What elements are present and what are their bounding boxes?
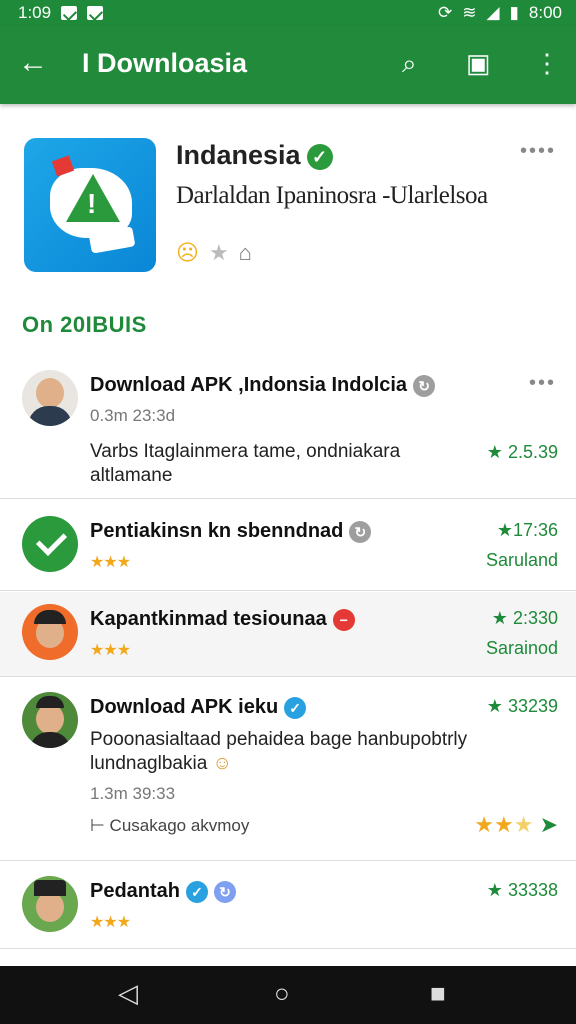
battery-icon: ▮ — [509, 3, 519, 22]
star-icon: ★ — [496, 520, 513, 540]
verified-icon: ✓ — [306, 143, 333, 170]
verified-icon: ✓ — [186, 880, 209, 903]
signal-icon: ◢ — [486, 3, 500, 22]
star-icon: ★ — [486, 442, 503, 462]
item-body: Varbs Itaglainmera tame, ondniakara altl… — [90, 441, 401, 486]
section-header: On 20IBUIS — [22, 312, 147, 337]
app-title-text: Indanesia — [176, 140, 301, 170]
divider — [0, 590, 576, 591]
status-bar: 1:09 ⟳ ≋ ◢ ▮ 8:00 — [0, 0, 576, 26]
star-rating: ★★★ ➤ — [474, 812, 558, 837]
star-icon: ★ — [486, 880, 503, 900]
refresh-icon: ↻ — [349, 520, 372, 543]
star-icon: ★ — [486, 696, 503, 716]
status-time: 1:09 — [18, 3, 52, 22]
divider — [0, 860, 576, 861]
app-title: Indanesia ✓ — [176, 140, 333, 171]
verified-icon: ✓ — [284, 696, 307, 719]
item-meta: 1.3m 39:33 — [90, 784, 176, 803]
app-subtitle: Darlaldan Ipaninosra -Ularlelsoa — [176, 182, 488, 209]
star-icon: ★ — [491, 608, 508, 628]
more-horiz-icon[interactable]: ••• — [529, 372, 556, 395]
hero-actions: ☹ ★ ⌂ — [176, 240, 252, 266]
nav-back-icon[interactable]: ◁ — [118, 980, 138, 1006]
item-title[interactable]: Download APK ieku ✓ — [90, 696, 307, 719]
share-icon[interactable]: ➤ — [540, 812, 558, 837]
more-vert-icon[interactable]: ⋮ — [534, 48, 560, 78]
item-rating: ★17:36 — [496, 520, 558, 540]
emoji-face-icon[interactable]: ☹ — [176, 240, 199, 266]
item-status: Sarainod — [485, 638, 558, 658]
item-rating: ★ 2:330 — [491, 608, 558, 628]
item-status: Saruland — [485, 550, 558, 570]
refresh-icon: ↻ — [214, 880, 237, 903]
refresh-icon: ↻ — [413, 374, 436, 397]
item-rating: ★ 2.5.39 — [486, 442, 558, 462]
check-notification-icon — [87, 6, 104, 20]
mail-notification-icon — [61, 6, 78, 20]
app-icon[interactable]: ! — [24, 138, 156, 272]
page-title: I Downloasia — [82, 48, 248, 78]
item-title[interactable]: Pedantah ✓ ↻ — [90, 880, 237, 903]
star-rating: ★★★ — [90, 554, 131, 571]
nav-recents-icon[interactable]: ■ — [430, 980, 446, 1006]
item-meta: 0.3m 23:3d — [90, 406, 176, 425]
checkmark-avatar-icon[interactable] — [22, 516, 78, 572]
avatar[interactable] — [22, 692, 78, 748]
star-rating: ★★★ — [90, 642, 131, 659]
nav-home-icon[interactable]: ○ — [274, 980, 290, 1006]
divider — [0, 948, 576, 949]
item-body: Pooonasialtaad pehaidea bage hanbupobtrl… — [90, 729, 468, 774]
item-title[interactable]: Kapantkinmad tesiounaa − — [90, 608, 355, 631]
app-bar: ← I Downloasia ⌕ ▣ ⋮ — [0, 26, 576, 104]
divider — [0, 676, 576, 677]
avatar[interactable] — [22, 370, 78, 426]
avatar[interactable] — [22, 604, 78, 660]
item-title[interactable]: Download APK ,Indonsia Indolcia ↻ — [90, 374, 436, 397]
more-horiz-icon[interactable]: •••• — [520, 140, 556, 163]
search-icon[interactable]: ⌕ — [402, 48, 417, 78]
comment-row[interactable]: ⊢ Cusakago akvmoy — [90, 816, 249, 836]
emoji-icon: ☺ — [212, 753, 232, 774]
back-arrow-icon[interactable]: ← — [18, 48, 48, 78]
item-rating: ★ 33239 — [486, 696, 558, 716]
divider — [0, 498, 576, 499]
star-rating: ★★★ — [90, 914, 131, 931]
share-home-icon[interactable]: ⌂ — [239, 240, 252, 266]
wifi-icon: ≋ — [462, 3, 477, 22]
data-icon: ⟳ — [437, 3, 453, 22]
item-title[interactable]: Pentiakinsn kn sbenndnad ↻ — [90, 520, 372, 543]
image-edit-icon[interactable]: ▣ — [466, 48, 491, 78]
list-item[interactable] — [0, 592, 576, 676]
system-nav-bar: ◁ ○ ■ — [0, 966, 576, 1024]
avatar[interactable] — [22, 876, 78, 932]
minus-icon: − — [332, 608, 355, 631]
status-clock: 8:00 — [528, 3, 562, 22]
reply-icon: ⊢ — [90, 816, 105, 835]
item-rating: ★ 33338 — [486, 880, 558, 900]
star-icon[interactable]: ★ — [209, 240, 229, 266]
